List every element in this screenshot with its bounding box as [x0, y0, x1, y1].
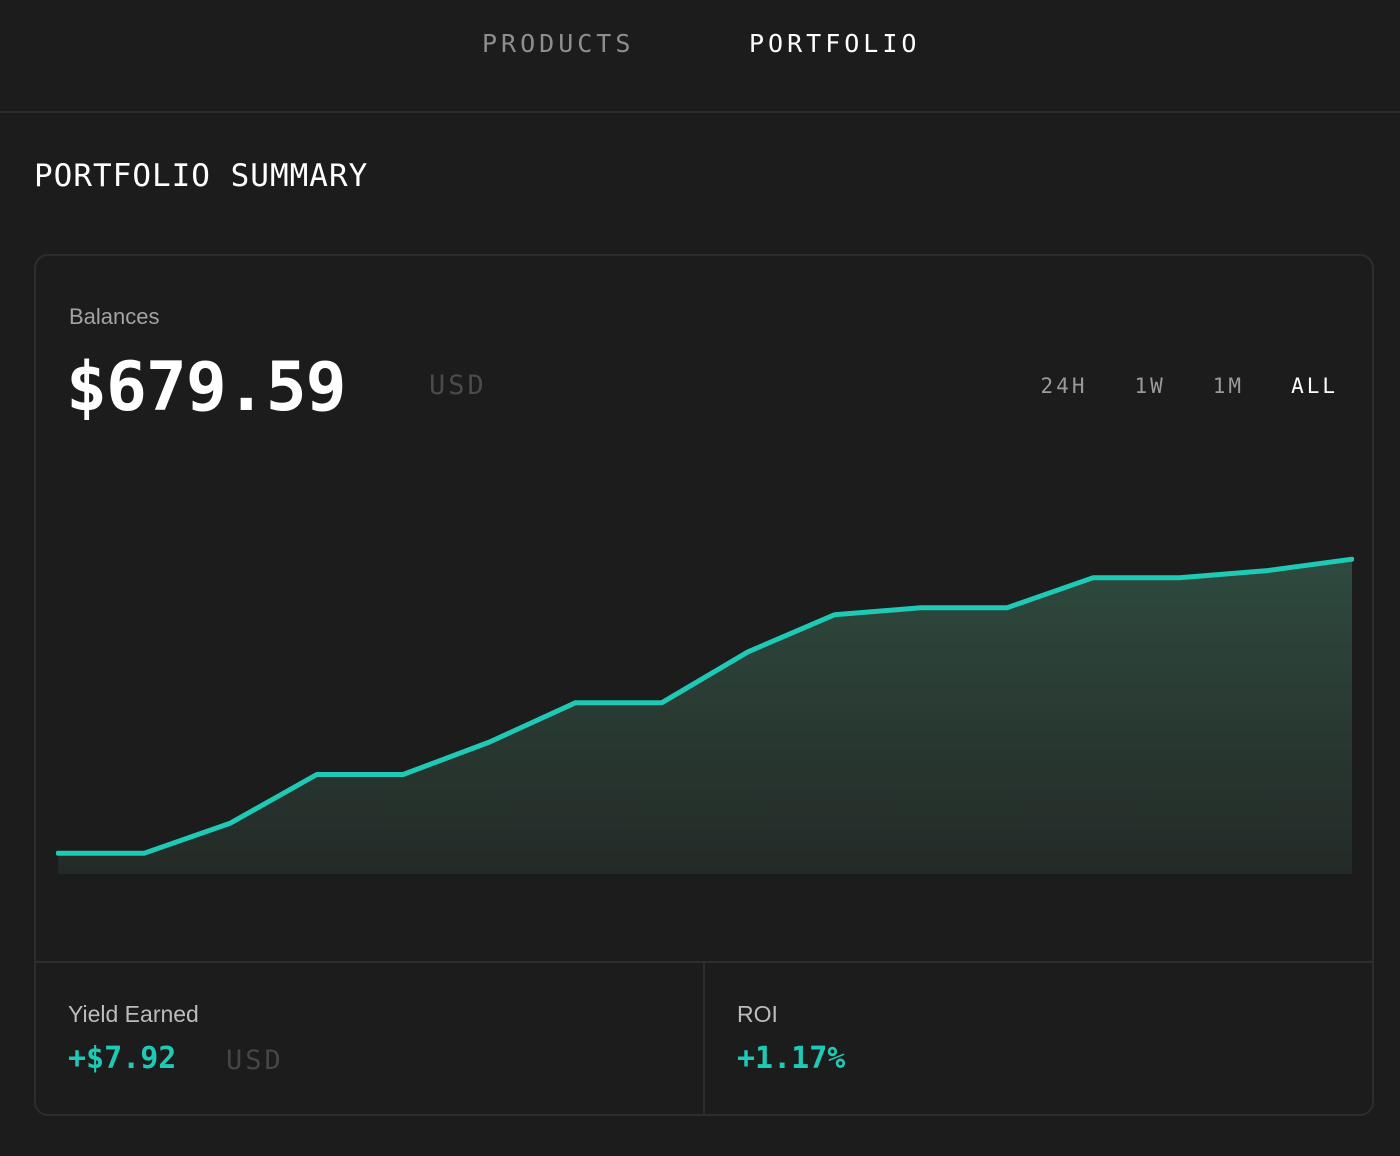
balance-currency: USD — [429, 370, 487, 401]
range-1w-button[interactable]: 1W — [1134, 374, 1165, 398]
roi-value: +1.17% — [737, 1041, 846, 1076]
range-1m-button[interactable]: 1M — [1213, 374, 1244, 398]
top-nav: PRODUCTS PORTFOLIO — [0, 0, 1400, 113]
roi-panel: ROI +1.17% — [705, 963, 1372, 1114]
yield-earned-value: +$7.92 — [68, 1041, 177, 1076]
yield-earned-panel: Yield Earned +$7.92 USD — [36, 963, 703, 1114]
yield-earned-currency: USD — [226, 1045, 284, 1076]
balance-amount: $679.59 — [66, 348, 347, 427]
yield-earned-label: Yield Earned — [68, 1001, 199, 1027]
tab-products[interactable]: PRODUCTS — [482, 26, 634, 62]
range-all-button[interactable]: ALL — [1291, 374, 1338, 398]
roi-label: ROI — [737, 1001, 778, 1027]
balance-chart-svg — [56, 556, 1354, 874]
balances-label: Balances — [69, 304, 160, 329]
time-range-selector: 24H 1W 1M ALL — [994, 374, 1338, 398]
portfolio-summary-card: Balances $679.59 USD 24H 1W 1M ALL Yield… — [34, 254, 1374, 1116]
range-24h-button[interactable]: 24H — [1041, 374, 1088, 398]
balance-area-fill — [58, 559, 1352, 874]
balance-chart — [56, 506, 1354, 876]
page-title: PORTFOLIO SUMMARY — [34, 158, 369, 194]
tab-portfolio[interactable]: PORTFOLIO — [749, 26, 920, 62]
